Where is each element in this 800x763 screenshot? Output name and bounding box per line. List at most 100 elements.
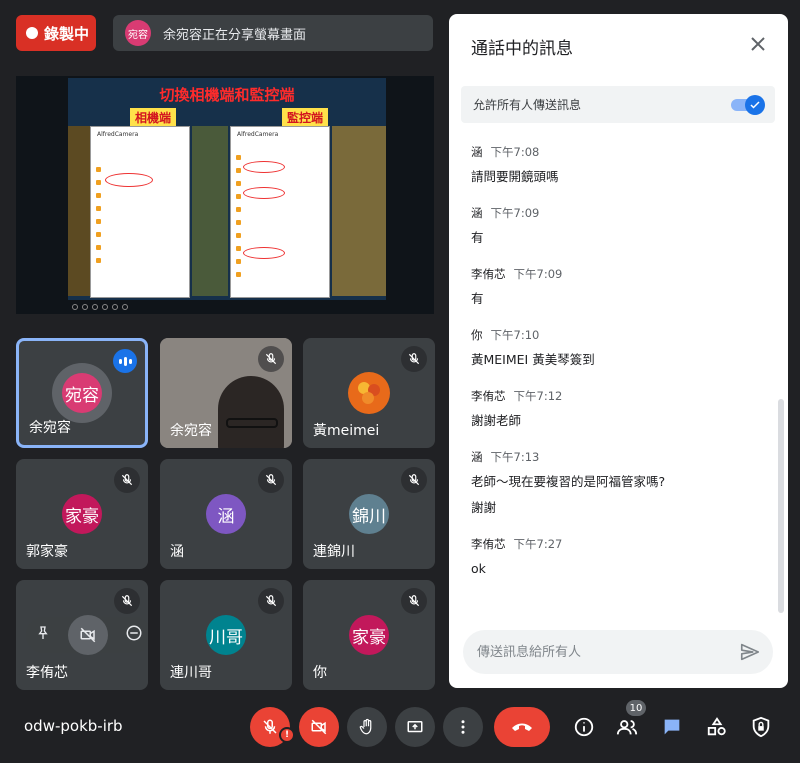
participant-tile[interactable]: 家豪 郭家豪 [16, 459, 148, 569]
chat-scrollbar[interactable] [778, 399, 784, 613]
pin-icon[interactable] [35, 625, 51, 645]
participants-count-badge: 10 [626, 700, 646, 716]
phone-menu-item [231, 269, 329, 282]
activities-icon [707, 717, 726, 736]
phone-menu-item [91, 203, 189, 216]
phone-menu-item [231, 204, 329, 217]
phone-brand: AlfredCamera [237, 131, 279, 138]
participant-tile[interactable]: 李侑芯 [16, 580, 148, 690]
chat-compose [463, 630, 773, 674]
video-off-icon [311, 719, 327, 735]
avatar: 錦川 [349, 494, 389, 534]
tile-hover-controls[interactable] [26, 615, 148, 655]
participant-name: 李侑芯 [26, 665, 68, 681]
more-options-button[interactable] [443, 707, 483, 747]
mic-off-icon [114, 588, 140, 614]
participant-name: 余宛容 [29, 420, 71, 436]
phone-menu-item [91, 242, 189, 255]
end-call-button[interactable] [494, 707, 550, 747]
mic-off-icon [401, 346, 427, 372]
message-text: 請問要開鏡頭嗎 [471, 169, 559, 184]
highlight-circle [105, 173, 153, 187]
phone-menu-item [231, 256, 329, 269]
chat-message: 涵下午7:13 老師～現在要複習的是阿福管家嗎? 謝謝 [471, 449, 761, 518]
participant-tile[interactable]: 黃meimei [303, 338, 435, 448]
avatar: 家豪 [62, 494, 102, 534]
mic-off-icon [114, 467, 140, 493]
chat-panel: 通話中的訊息 允許所有人傳送訊息 涵下午7:08 請問要開鏡頭嗎 涵下午7:09… [449, 14, 788, 688]
highlight-circle [243, 161, 285, 173]
message-time: 下午7:09 [490, 206, 540, 220]
message-sender: 李侑芯 [471, 267, 506, 281]
allow-messages-toggle[interactable] [731, 95, 765, 115]
activities-button[interactable] [700, 710, 734, 744]
chat-messages[interactable]: 涵下午7:08 請問要開鏡頭嗎 涵下午7:09 有 李侑芯 下午7:09 有 你下… [471, 144, 761, 634]
chat-message: 李侑芯 下午7:09 有 [471, 266, 761, 309]
video-off-icon[interactable] [67, 615, 108, 655]
participant-tile[interactable]: 宛容 余宛容 [16, 338, 148, 448]
presenter-avatar: 宛容 [125, 20, 151, 46]
phone-menu-item [231, 217, 329, 230]
message-time: 下午7:09 [513, 267, 563, 281]
remove-icon[interactable] [125, 624, 143, 646]
prev-slide-icon[interactable] [72, 304, 78, 310]
message-sender: 涵 [471, 145, 483, 159]
message-text: 謝謝老師 [471, 413, 522, 428]
present-icon [407, 721, 423, 733]
message-sender: 涵 [471, 206, 483, 220]
avatar: 家豪 [349, 615, 389, 655]
participant-name: 黃meimei [313, 423, 380, 439]
slide-label-monitor: 監控端 [282, 108, 329, 127]
mic-warning-badge: ! [279, 727, 295, 743]
hang-up-icon [512, 723, 532, 731]
avatar: 涵 [206, 494, 246, 534]
mic-off-icon [263, 719, 277, 734]
send-icon[interactable] [739, 641, 761, 663]
mic-off-icon [258, 467, 284, 493]
phone-menu-item [91, 255, 189, 268]
slides-icon[interactable] [102, 304, 108, 310]
meeting-code: odw-pokb-irb [24, 717, 123, 735]
participant-name: 郭家豪 [26, 544, 68, 560]
screen-share-banner: 宛容 余宛容正在分享螢幕畫面 [113, 15, 433, 51]
participant-name: 連川哥 [170, 665, 212, 681]
mic-off-icon [258, 588, 284, 614]
phone-menu-item [91, 229, 189, 242]
slide-title: 切換相機端和監控端 [159, 86, 295, 104]
avatar: 宛容 [62, 373, 102, 413]
host-controls-button[interactable] [744, 710, 778, 744]
shared-screen[interactable]: 切換相機端和監控端 相機端 監控端 AlfredCamera AlfredCam… [16, 76, 434, 314]
chat-title: 通話中的訊息 [471, 39, 573, 59]
participant-tile-self[interactable]: 家豪 你 [303, 580, 435, 690]
message-time: 下午7:12 [513, 389, 563, 403]
video-person [218, 376, 284, 448]
participant-tile[interactable]: 錦川 連錦川 [303, 459, 435, 569]
chat-message: 涵下午7:08 請問要開鏡頭嗎 [471, 144, 761, 187]
shield-lock-icon [752, 716, 770, 738]
participant-tile[interactable]: 余宛容 [160, 338, 292, 448]
pen-icon[interactable] [92, 304, 98, 310]
chat-icon [664, 719, 680, 735]
chat-message: 你下午7:10 黃MEIMEI 黃美琴簽到 [471, 327, 761, 370]
presentation-toolbar[interactable] [68, 302, 386, 312]
raise-hand-button[interactable] [347, 707, 387, 747]
allow-messages-row: 允許所有人傳送訊息 [461, 86, 775, 123]
phone-monitor-screenshot: AlfredCamera [230, 126, 330, 298]
recording-indicator[interactable]: 錄製中 [16, 15, 96, 51]
next-slide-icon[interactable] [82, 304, 88, 310]
participant-name: 涵 [170, 544, 184, 560]
slide-image-right [332, 126, 386, 296]
participant-tile[interactable]: 涵 涵 [160, 459, 292, 569]
phone-menu-item [91, 190, 189, 203]
more-icon[interactable] [122, 304, 128, 310]
meeting-details-button[interactable] [567, 710, 601, 744]
participant-tile[interactable]: 川哥 連川哥 [160, 580, 292, 690]
participant-name: 余宛容 [170, 423, 212, 439]
close-icon[interactable] [746, 32, 770, 56]
camera-toggle-button[interactable] [299, 707, 339, 747]
screen-share-text: 余宛容正在分享螢幕畫面 [163, 27, 307, 43]
present-screen-button[interactable] [395, 707, 435, 747]
chat-button[interactable] [655, 710, 689, 744]
chat-input[interactable] [477, 630, 727, 674]
zoom-icon[interactable] [112, 304, 118, 310]
